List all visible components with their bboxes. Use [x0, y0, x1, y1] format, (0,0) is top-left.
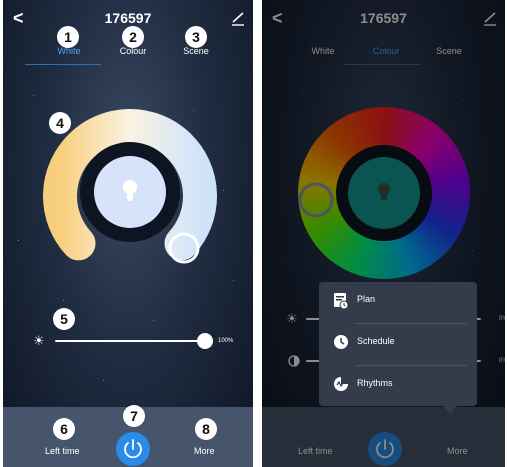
brightness-slider-track[interactable]: [55, 340, 205, 342]
white-mode-screen: < 176597 White Colour Scene 1 2 3 4 5 ☀ …: [3, 0, 253, 467]
callout-8: 8: [195, 418, 217, 440]
callout-7: 7: [123, 405, 145, 427]
color-temperature-wheel[interactable]: [39, 96, 221, 276]
brightness-slider-thumb[interactable]: [197, 333, 213, 349]
menu-item-rhythms-label: Rhythms: [357, 378, 393, 388]
plan-icon: [334, 293, 349, 310]
brightness-icon: ☀: [33, 333, 45, 348]
callout-5: 5: [53, 308, 75, 330]
clock-icon: [334, 335, 348, 349]
menu-item-plan-label: Plan: [357, 294, 376, 304]
power-button[interactable]: [116, 432, 150, 466]
callout-1: 1: [57, 26, 79, 48]
callout-3: 3: [185, 26, 207, 48]
rhythms-icon: [334, 377, 348, 391]
callout-2: 2: [122, 26, 144, 48]
left-time-button[interactable]: Left time: [45, 446, 80, 456]
more-button[interactable]: More: [194, 446, 215, 456]
callout-6: 6: [53, 418, 75, 440]
colour-mode-screen: < 176597 White Colour Scene ☀ 0%: [262, 0, 505, 467]
edit-pencil-icon[interactable]: [231, 10, 245, 26]
active-tab-indicator: [25, 64, 101, 65]
menu-item-schedule-label: Schedule: [357, 336, 395, 346]
brightness-slider-row: ☀ 100%: [33, 333, 253, 349]
device-title: 176597: [104, 10, 152, 26]
header: < 176597: [3, 8, 253, 28]
power-icon: [124, 439, 142, 459]
more-menu: Plan Schedule Rhythms: [319, 282, 477, 413]
menu-item-plan[interactable]: Plan: [319, 282, 477, 323]
menu-item-rhythms[interactable]: Rhythms: [319, 366, 477, 407]
menu-item-schedule[interactable]: Schedule: [319, 324, 477, 365]
brightness-percent: 100%: [218, 338, 234, 344]
